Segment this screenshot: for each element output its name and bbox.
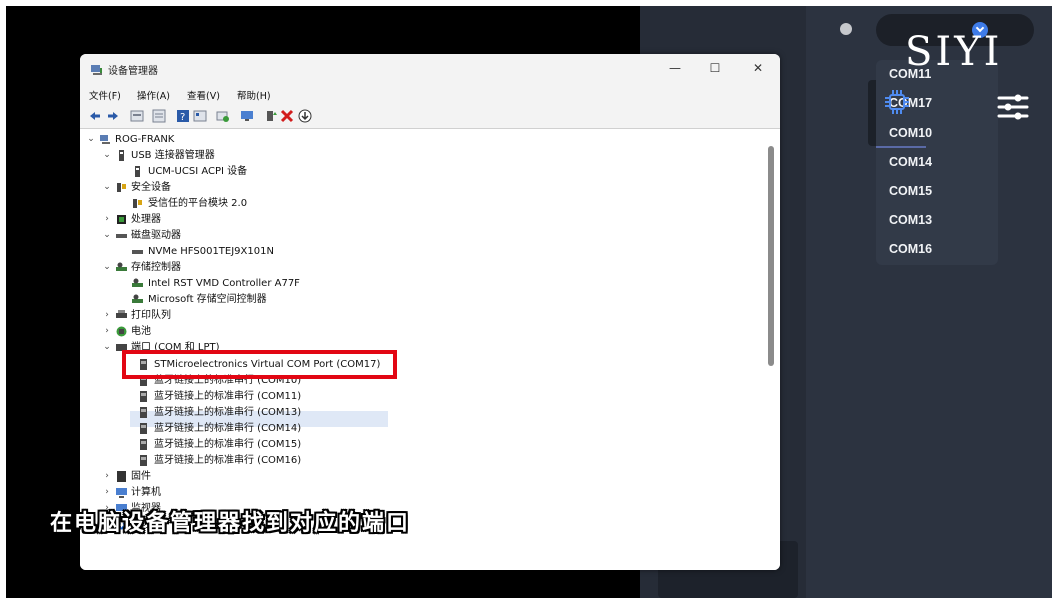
com-option[interactable]: COM14 <box>889 155 932 169</box>
serial-port-icon <box>140 407 147 418</box>
chevron-down-icon[interactable]: ⌄ <box>86 132 96 147</box>
download-circle-icon[interactable] <box>298 109 312 123</box>
usb-connector-icon <box>119 150 124 161</box>
forward-arrow-icon[interactable] <box>106 109 120 123</box>
com-option[interactable]: COM16 <box>889 242 932 256</box>
chevron-down-icon[interactable]: ⌄ <box>102 340 112 355</box>
com-option[interactable]: COM15 <box>889 184 932 198</box>
back-arrow-icon[interactable] <box>88 109 102 123</box>
battery-icon <box>116 326 127 337</box>
properties-icon[interactable] <box>130 109 144 123</box>
chevron-right-icon[interactable]: › <box>102 212 112 227</box>
device-manager-icon <box>91 65 102 75</box>
usb-connector-icon <box>135 166 140 177</box>
printer-icon <box>116 310 127 318</box>
subtitle-caption: 在电脑设备管理器找到对应的端口 <box>50 511 411 536</box>
scrollbar-thumb[interactable] <box>768 146 774 366</box>
chevron-right-icon[interactable]: › <box>102 308 112 323</box>
disk-drive-icon <box>116 234 127 238</box>
device-manager-window: 设备管理器 — ☐ ✕ 文件(F) 操作(A) 查看(V) 帮助(H) ? ⌄ … <box>80 54 780 570</box>
view-icon[interactable] <box>193 109 207 123</box>
close-button[interactable]: ✕ <box>748 60 768 76</box>
toolbar: ? <box>80 104 780 129</box>
siyi-logo: SIYI <box>905 29 1003 75</box>
chevron-down-icon[interactable]: ⌄ <box>102 228 112 243</box>
highlight-box <box>122 350 397 379</box>
update-driver-icon[interactable] <box>264 109 278 123</box>
serial-port-icon <box>140 391 147 402</box>
storage-controller-icon <box>116 262 127 271</box>
computer-icon <box>100 135 110 144</box>
com-option[interactable]: COM10 <box>889 126 932 140</box>
menu-file[interactable]: 文件(F) <box>89 88 121 102</box>
menu-action[interactable]: 操作(A) <box>137 88 170 102</box>
menu-bar: 文件(F) 操作(A) 查看(V) 帮助(H) <box>80 84 780 104</box>
chip-icon <box>885 90 909 114</box>
serial-port-icon <box>140 439 147 450</box>
help-icon[interactable]: ? <box>176 109 190 123</box>
window-title: 设备管理器 <box>108 66 158 77</box>
serial-port-icon <box>140 455 147 466</box>
computer-icon <box>116 488 127 498</box>
title-bar: 设备管理器 — ☐ ✕ <box>80 54 780 84</box>
menu-view[interactable]: 查看(V) <box>187 88 220 102</box>
storage-controller-icon <box>132 294 143 303</box>
uninstall-x-icon[interactable] <box>280 109 294 123</box>
com-option[interactable]: COM13 <box>889 213 932 227</box>
minimize-button[interactable]: — <box>665 60 685 76</box>
settings-sliders-icon[interactable] <box>996 92 1030 122</box>
security-key-icon <box>117 183 126 192</box>
chevron-right-icon[interactable]: › <box>102 324 112 339</box>
security-key-icon <box>133 199 142 208</box>
firmware-icon <box>117 471 126 482</box>
processor-icon <box>117 215 126 224</box>
status-dot <box>840 23 852 35</box>
chevron-down-icon[interactable]: ⌄ <box>102 260 112 275</box>
scan-hardware-icon[interactable] <box>216 109 230 123</box>
dropdown-divider <box>876 146 926 148</box>
chevron-right-icon[interactable]: › <box>102 485 112 500</box>
disk-drive-icon <box>132 250 143 254</box>
svg-text:?: ? <box>180 112 185 123</box>
menu-help[interactable]: 帮助(H) <box>237 88 271 102</box>
storage-controller-icon <box>132 278 143 287</box>
chevron-right-icon[interactable]: › <box>102 469 112 484</box>
monitor-icon[interactable] <box>240 109 254 123</box>
maximize-button[interactable]: ☐ <box>705 60 725 76</box>
chevron-down-icon[interactable]: ⌄ <box>102 180 112 195</box>
list-view-icon[interactable] <box>152 109 166 123</box>
chevron-down-icon[interactable]: ⌄ <box>102 148 112 163</box>
serial-port-icon <box>140 423 147 434</box>
